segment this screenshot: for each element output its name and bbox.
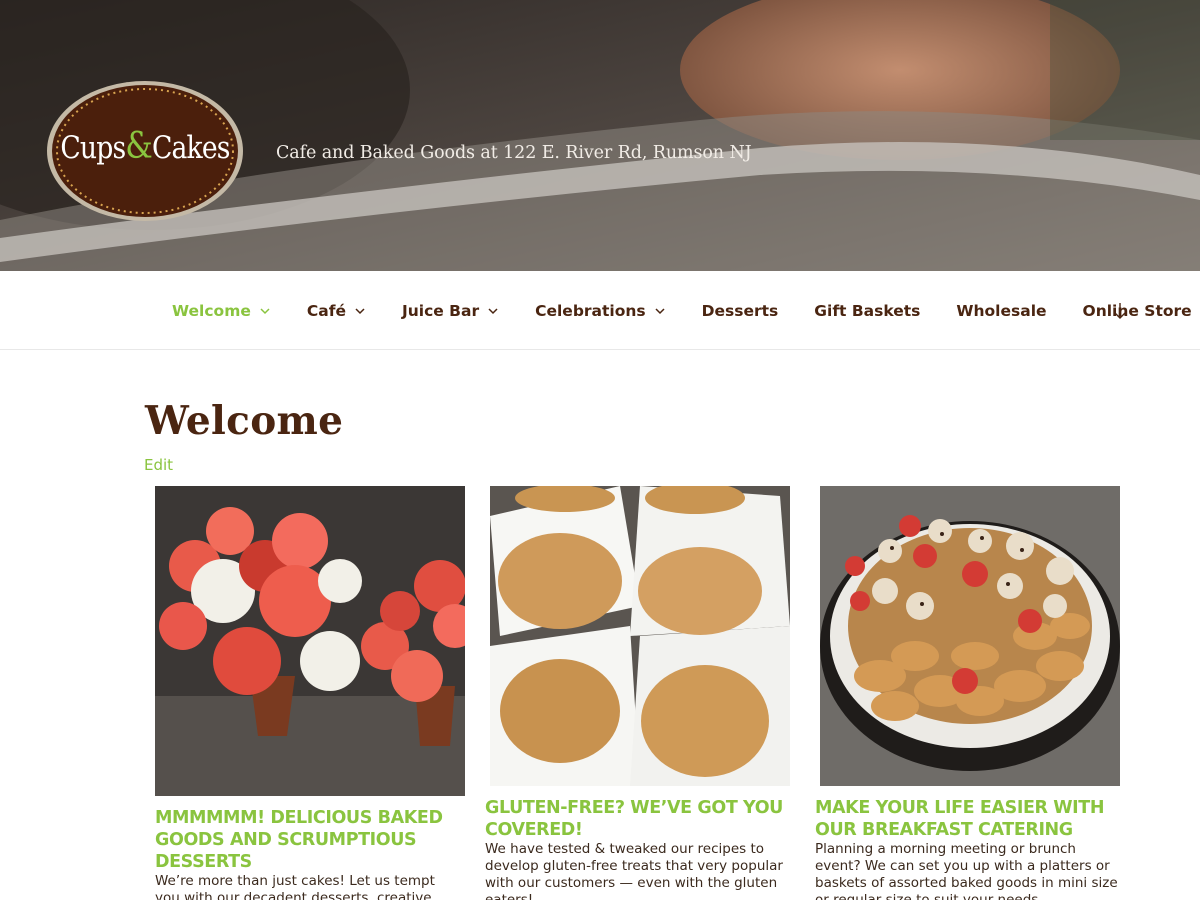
nav-label: Celebrations	[535, 301, 646, 320]
chevron-down-icon	[488, 307, 498, 314]
cups-cakes-logo[interactable]: Cups&Cakes	[44, 78, 246, 224]
nav-item-cafe[interactable]: Café	[307, 302, 366, 320]
nav-label: Desserts	[701, 301, 779, 320]
nav-label: Online Store	[1082, 301, 1192, 320]
nav-item-gift-baskets[interactable]: Gift Baskets	[814, 302, 920, 320]
main-nav: Welcome Café Juice Bar Celebrations Dess…	[0, 271, 1200, 350]
chevron-down-icon	[655, 307, 665, 314]
arrow-down-icon[interactable]	[1112, 301, 1128, 321]
nav-item-juice-bar[interactable]: Juice Bar	[402, 302, 499, 320]
card-title: Gluten-free? We’ve got you covered!	[485, 798, 783, 840]
nav-list: Welcome Café Juice Bar Celebrations Dess…	[172, 271, 1192, 350]
nav-label: Café	[306, 301, 346, 320]
cupcake-bouquet-photo[interactable]	[155, 486, 465, 796]
card-text: We’re more than just cakes! Let us tempt…	[155, 873, 435, 900]
card-text: We have tested & tweaked our recipes to …	[485, 841, 783, 900]
page-title: Welcome	[145, 398, 344, 444]
nav-item-celebrations[interactable]: Celebrations	[535, 302, 666, 320]
nav-label: Gift Baskets	[814, 301, 921, 320]
chevron-down-icon	[260, 307, 270, 314]
card-text: Planning a morning meeting or brunch eve…	[815, 841, 1118, 900]
nav-item-desserts[interactable]: Desserts	[702, 302, 779, 320]
nav-item-online-store[interactable]: Online Store	[1083, 302, 1192, 320]
nav-item-welcome[interactable]: Welcome	[172, 302, 271, 320]
logo-text: Cups&Cakes	[60, 126, 230, 167]
breakfast-pastry-platter-photo[interactable]	[820, 486, 1120, 786]
card-title: Make your life easier with our breakfast…	[815, 798, 1105, 840]
nav-label: Welcome	[172, 301, 251, 320]
nav-item-wholesale[interactable]: Wholesale	[956, 302, 1046, 320]
nav-label: Juice Bar	[401, 301, 480, 320]
edit-link[interactable]: Edit	[144, 456, 173, 474]
hero-banner: Cups&Cakes Cafe and Baked Goods at 122 E…	[0, 0, 1200, 271]
chevron-down-icon	[355, 307, 365, 314]
gluten-free-muffins-photo[interactable]	[490, 486, 790, 786]
card-title: MMMMMM! Delicious baked goods and scrump…	[155, 808, 443, 872]
nav-label: Wholesale	[956, 301, 1047, 320]
site-tagline: Cafe and Baked Goods at 122 E. River Rd,…	[276, 143, 752, 163]
